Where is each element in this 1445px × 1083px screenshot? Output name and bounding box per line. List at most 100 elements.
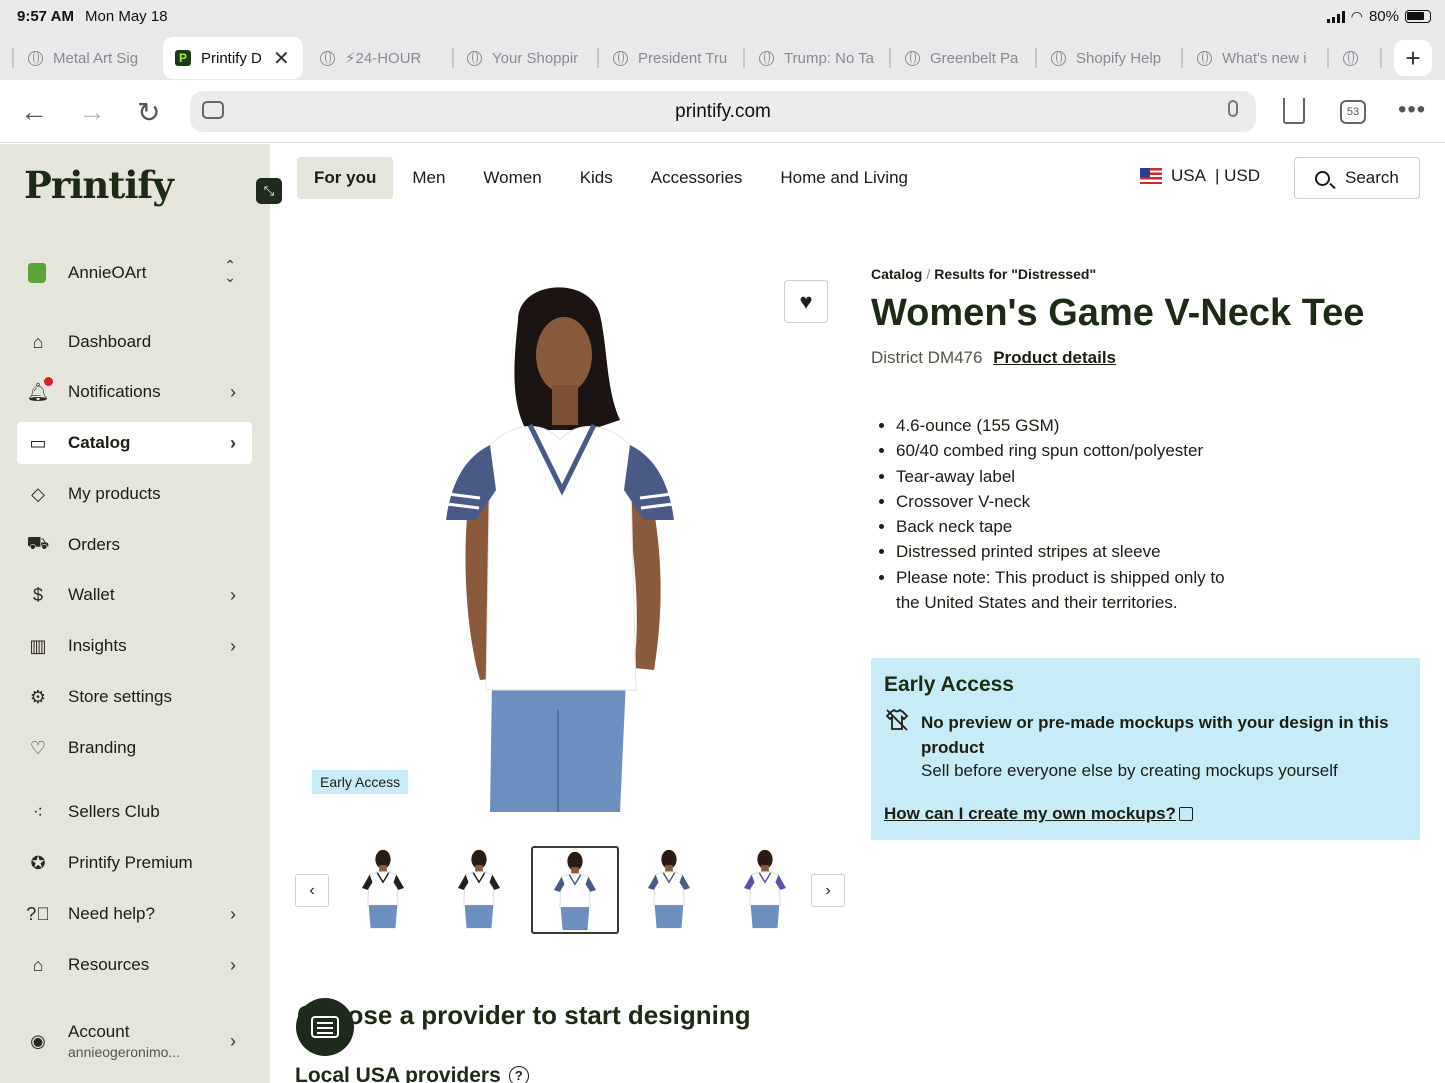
browser-tab[interactable]: Metal Art Sig [28, 40, 148, 76]
locale-selector[interactable]: USA | USD [1140, 166, 1260, 186]
product-thumbnail[interactable] [437, 846, 525, 934]
tab-title: Trump: No Ta [784, 49, 875, 67]
tab-title: What's new i [1222, 49, 1307, 67]
sidebar-item-sellers-club[interactable]: ⁖ Sellers Club [17, 791, 252, 833]
category-tab-accessories[interactable]: Accessories [632, 157, 762, 199]
heart-outline-icon: ♡ [29, 737, 47, 758]
feature-item: Tear-away label [896, 464, 1256, 489]
browser-tab[interactable]: Trump: No Ta [759, 40, 877, 76]
reload-icon[interactable]: ↻ [137, 96, 160, 129]
sidebar-item-printify-premium[interactable]: ✪ Printify Premium [17, 842, 252, 884]
sidebar-item-insights[interactable]: ▥ Insights › [17, 625, 252, 667]
country-label: USA [1171, 166, 1206, 185]
browser-toolbar: ← → ↻ printify.com 53 ••• [0, 80, 1445, 143]
browser-tab[interactable]: Greenbelt Pa [905, 40, 1023, 76]
account-label: Account [68, 1022, 130, 1041]
globe-icon [1197, 50, 1212, 66]
browser-tab[interactable]: Shopify Help [1051, 40, 1169, 76]
sidebar-item-branding[interactable]: ♡ Branding [17, 727, 252, 769]
tag-icon: ◇ [31, 483, 45, 504]
category-nav: For you Men Women Kids Accessories Home … [297, 157, 927, 199]
local-providers-label: Local USA providers [295, 1064, 501, 1083]
chevron-right-icon: › [230, 954, 236, 975]
award-icon: ✪ [30, 852, 46, 873]
clipboard-icon: ▭ [29, 432, 47, 453]
category-tab-men[interactable]: Men [393, 157, 464, 199]
early-access-badge: Early Access [312, 770, 409, 794]
sidebar-item-label: Insights [68, 636, 127, 655]
browser-tab[interactable]: President Tru [613, 40, 731, 76]
provider-heading: Choose a provider to start designing [297, 1000, 751, 1030]
sidebar-item-dashboard[interactable]: ⌂ Dashboard [17, 321, 252, 363]
wifi-icon: ◠ [1350, 8, 1363, 24]
globe-icon [613, 50, 628, 66]
early-access-warning: No preview or pre-made mockups with your… [921, 713, 1389, 757]
sidebar-item-catalog[interactable]: ▭ Catalog › [17, 422, 252, 464]
back-arrow-icon[interactable]: ← [20, 96, 48, 128]
product-details-link[interactable]: Product details [993, 348, 1116, 367]
breadcrumb-catalog-link[interactable]: Catalog [871, 266, 922, 282]
tab-separator [452, 48, 454, 68]
favorite-heart-button[interactable]: ♥ [784, 280, 828, 323]
new-tab-button[interactable]: + [1394, 40, 1432, 76]
browser-tab-active[interactable]: P Printify D ✕ [163, 37, 303, 79]
prev-thumbnail-button[interactable]: ‹ [295, 874, 329, 907]
gear-icon: ⚙ [29, 686, 47, 707]
tab-strip: Metal Art Sig P Printify D ✕ ⚡24-HOUR Your… [0, 34, 1445, 80]
product-thumbnail[interactable] [723, 846, 811, 934]
close-tab-icon[interactable]: ✕ [273, 46, 290, 71]
sidebar-item-need-help[interactable]: ?⃝ Need help? › [17, 893, 252, 935]
sidebar-item-orders[interactable]: ⛟ Orders [17, 524, 252, 566]
sidebar-item-resources[interactable]: ⌂ Resources › [17, 944, 252, 986]
browser-tab[interactable] [1343, 40, 1367, 76]
sidebar-item-account[interactable]: ◉ Account annieogeronimo... › [17, 1016, 252, 1066]
tab-overview-button[interactable]: 53 [1340, 100, 1366, 124]
create-mockups-link[interactable]: How can I create my own mockups? [884, 804, 1176, 824]
printify-logo[interactable]: Printify [24, 163, 174, 207]
tab-separator [889, 48, 891, 68]
feature-list: 4.6-ounce (155 GSM) 60/40 combed ring sp… [896, 413, 1256, 615]
browser-tab[interactable]: ⚡24-HOUR [320, 40, 438, 76]
chevron-right-icon: › [230, 903, 236, 924]
microphone-icon[interactable] [1228, 100, 1238, 117]
no-mockup-shirt-icon [885, 709, 909, 731]
product-thumbnail[interactable] [341, 846, 429, 934]
category-tab-kids[interactable]: Kids [561, 157, 632, 199]
category-tab-for-you[interactable]: For you [297, 157, 394, 199]
store-switcher[interactable]: AnnieOArt ⌃ ⌄ [28, 257, 248, 289]
collapse-sidebar-button[interactable]: ⤡ [256, 178, 282, 204]
sidebar-item-my-products[interactable]: ◇ My products [17, 473, 252, 515]
product-thumbnail[interactable] [531, 846, 619, 934]
globe-icon [1051, 50, 1066, 66]
share-icon[interactable] [1283, 98, 1305, 124]
tab-separator [1035, 48, 1037, 68]
forward-arrow-icon[interactable]: → [78, 96, 106, 128]
sidebar-item-notifications[interactable]: 🔔︎ Notifications › [17, 371, 252, 413]
early-access-text: Sell before everyone else by creating mo… [921, 761, 1338, 780]
product-thumbnail[interactable] [627, 846, 715, 934]
more-options-icon[interactable]: ••• [1398, 96, 1426, 124]
category-tab-women[interactable]: Women [464, 157, 560, 199]
sidebar-item-store-settings[interactable]: ⚙ Store settings [17, 676, 252, 718]
search-button[interactable]: Search [1294, 157, 1420, 199]
breadcrumb-current[interactable]: Results for "Distressed" [934, 266, 1096, 282]
thumbnail-image [744, 849, 786, 929]
chevron-right-icon: › [230, 1030, 236, 1051]
tab-separator [743, 48, 745, 68]
sidebar-item-wallet[interactable]: $ Wallet › [17, 574, 252, 616]
status-time: 9:57 AM [17, 8, 74, 25]
graduation-cap-icon: ⌂ [32, 954, 44, 975]
globe-icon [1343, 50, 1358, 66]
help-question-icon[interactable]: ? [508, 1066, 529, 1083]
browser-tab[interactable]: What's new i [1197, 40, 1315, 76]
next-thumbnail-button[interactable]: › [811, 874, 845, 907]
chat-button[interactable] [296, 998, 354, 1056]
browser-tab[interactable]: Your Shoppir [467, 40, 585, 76]
feature-item: Crossover V-neck [896, 489, 1256, 514]
url-text: printify.com [675, 101, 771, 122]
category-tab-home-and-living[interactable]: Home and Living [761, 157, 927, 199]
bar-chart-icon: ▥ [29, 635, 47, 656]
shopify-bag-icon [28, 263, 46, 283]
address-bar[interactable]: printify.com [190, 91, 1256, 132]
sidebar-item-label: Need help? [68, 904, 155, 923]
